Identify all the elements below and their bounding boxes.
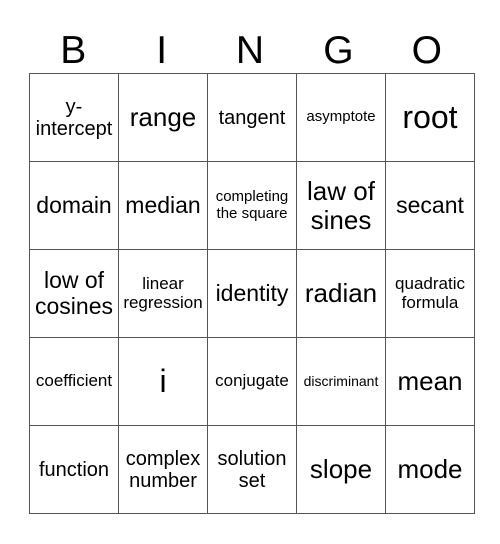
- bingo-header: B I N G O: [29, 30, 471, 72]
- bingo-cell-text: identity: [215, 279, 289, 306]
- bingo-cell[interactable]: completing the square: [207, 161, 297, 250]
- bingo-cell[interactable]: identity: [207, 249, 297, 338]
- bingo-cell-text: mean: [397, 366, 463, 397]
- bingo-cell[interactable]: domain: [29, 161, 119, 250]
- bingo-cell-text: completing the square: [215, 188, 289, 222]
- bingo-row: function complex number solution set slope m…: [29, 425, 475, 514]
- bingo-cell[interactable]: law of sines: [296, 161, 386, 250]
- bingo-cell-text: linear regression: [123, 273, 203, 312]
- bingo-cell-text: law of sines: [307, 175, 375, 235]
- bingo-cell[interactable]: conjugate: [207, 337, 297, 426]
- header-letter-n: N: [235, 29, 265, 72]
- bingo-cell[interactable]: complex number: [118, 425, 208, 514]
- bingo-cell[interactable]: mode: [385, 425, 475, 514]
- bingo-cell-text: mode: [397, 454, 463, 485]
- bingo-cell[interactable]: mean: [385, 337, 475, 426]
- bingo-cell[interactable]: discriminant: [296, 337, 386, 426]
- bingo-cell-text: discriminant: [303, 372, 379, 389]
- bingo-cell-text: slope: [309, 454, 373, 485]
- header-letter-i: I: [156, 29, 168, 72]
- bingo-cell-text: domain: [36, 191, 112, 218]
- bingo-card: y-intercept range tangent asymptote root doma…: [29, 73, 475, 514]
- bingo-cell-text: tangent: [218, 106, 286, 129]
- bingo-cell-text: complex number: [125, 447, 201, 492]
- bingo-cell[interactable]: asymptote: [296, 73, 386, 162]
- bingo-cell[interactable]: radian: [296, 249, 386, 338]
- bingo-row: y-intercept range tangent asymptote root: [29, 73, 475, 162]
- bingo-cell-text: quadratic formula: [395, 273, 465, 312]
- bingo-cell[interactable]: low of cosines: [29, 249, 119, 338]
- bingo-cell[interactable]: range: [118, 73, 208, 162]
- bingo-cell-text: y-intercept: [35, 95, 113, 140]
- header-letter-g: G: [323, 29, 354, 72]
- bingo-cell[interactable]: solution set: [207, 425, 297, 514]
- bingo-cell[interactable]: quadratic formula: [385, 249, 475, 338]
- bingo-cell[interactable]: median: [118, 161, 208, 250]
- bingo-cell-text: range: [129, 102, 197, 133]
- bingo-cell-text: i: [159, 362, 167, 399]
- bingo-cell-text: asymptote: [306, 108, 376, 126]
- bingo-cell[interactable]: slope: [296, 425, 386, 514]
- bingo-cell-text: function: [38, 458, 110, 481]
- bingo-row: low of cosines linear regression identity r…: [29, 249, 475, 338]
- bingo-row: coefficient i conjugate discriminant mean: [29, 337, 475, 426]
- bingo-cell-text: root: [402, 98, 458, 135]
- bingo-cell[interactable]: root: [385, 73, 475, 162]
- header-letter-o: O: [411, 29, 442, 72]
- bingo-cell-text: secant: [396, 191, 464, 218]
- bingo-cell-text: radian: [304, 278, 378, 309]
- bingo-cell[interactable]: i: [118, 337, 208, 426]
- bingo-cell-text: conjugate: [215, 371, 289, 391]
- bingo-cell[interactable]: coefficient: [29, 337, 119, 426]
- bingo-row: domain median completing the square law of …: [29, 161, 475, 250]
- bingo-cell[interactable]: y-intercept: [29, 73, 119, 162]
- bingo-cell-text: low of cosines: [35, 267, 113, 319]
- bingo-cell[interactable]: function: [29, 425, 119, 514]
- bingo-cell-text: solution set: [217, 447, 287, 492]
- bingo-cell[interactable]: linear regression: [118, 249, 208, 338]
- header-letter-b: B: [60, 29, 87, 72]
- bingo-cell[interactable]: tangent: [207, 73, 297, 162]
- bingo-cell-text: coefficient: [35, 371, 113, 391]
- bingo-cell-text: median: [125, 191, 201, 218]
- bingo-cell[interactable]: secant: [385, 161, 475, 250]
